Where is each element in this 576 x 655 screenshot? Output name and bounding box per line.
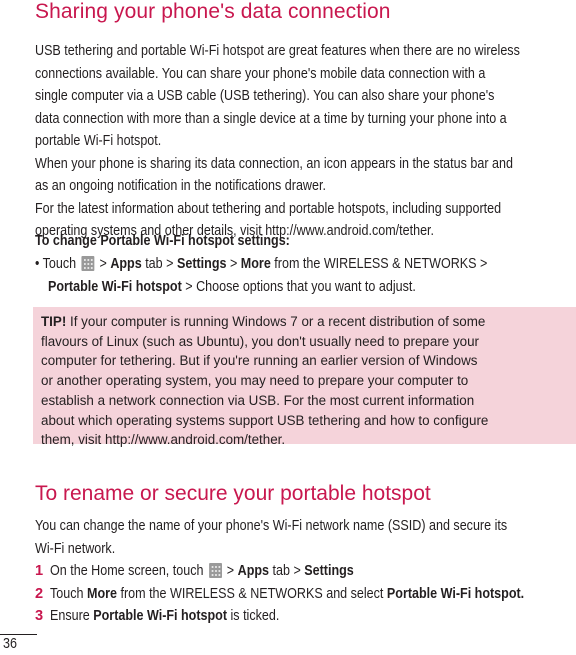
apps-label: Apps — [237, 563, 270, 579]
intro-paragraph: USB tethering and portable Wi-Fi hotspot… — [35, 40, 576, 243]
text-line: When your phone is sharing its data conn… — [35, 155, 513, 172]
apps-grid-icon — [208, 563, 222, 578]
text: from the WIRELESS & NETWORKS and select — [120, 585, 384, 602]
text: tab — [145, 256, 163, 272]
text-line: For the latest information about tetheri… — [35, 200, 502, 217]
text: Touch — [50, 585, 84, 602]
section-heading-rename: To rename or secure your portable hotspo… — [35, 482, 431, 505]
text-line: single computer via a USB cable (USB tet… — [35, 88, 495, 104]
tip-text: TIP! If your computer is running Windows… — [41, 312, 488, 450]
tip-line: or another operating system, you may nee… — [41, 373, 469, 389]
subheading-text: To change Portable Wi-Fi hotspot setting… — [35, 233, 290, 249]
step-number: 2 — [35, 585, 44, 602]
text-line: USB tethering and portable Wi-Fi hotspot… — [35, 43, 520, 59]
page-number: 36 — [3, 636, 19, 652]
tip-line: If your computer is running Windows 7 or… — [66, 314, 486, 329]
footer-divider — [0, 634, 37, 635]
text-line: You can change the name of your phone's … — [35, 518, 508, 534]
page-number-text: 36 — [3, 636, 17, 652]
text: > Choose options that you want to adjust… — [185, 278, 416, 295]
tip-line: establish a network connection via USB. … — [41, 392, 475, 408]
tip-line: computer for tethering. But if you're ru… — [41, 353, 478, 369]
subheading-change-settings: To change Portable Wi-Fi hotspot setting… — [35, 233, 331, 249]
portable-hotspot-label: Portable Wi-Fi hotspot. — [386, 585, 525, 602]
manual-page: Sharing your phone's data connection USB… — [0, 0, 576, 655]
text: tab > — [272, 563, 301, 579]
separator: > — [226, 563, 235, 579]
settings-label: Settings — [176, 256, 227, 272]
step-number: 3 — [35, 608, 44, 624]
apps-grid-icon — [81, 256, 95, 271]
separator: > — [166, 256, 174, 272]
text: Ensure — [50, 608, 90, 624]
text: Touch — [42, 256, 77, 272]
section-heading-sharing: Sharing your phone's data connection — [35, 0, 391, 23]
text-line: portable Wi-Fi hotspot. — [35, 133, 162, 149]
text-line: data connection with more than a single … — [35, 110, 507, 127]
tip-label: TIP! — [41, 314, 67, 329]
tip-box: TIP! If your computer is running Windows… — [33, 307, 576, 447]
text-line: as an ongoing notification in the notifi… — [35, 178, 326, 194]
bullet-marker: • — [35, 256, 40, 272]
text-line: Wi-Fi network. — [35, 540, 116, 557]
more-label: More — [86, 585, 117, 602]
more-label: More — [240, 256, 271, 272]
apps-label: Apps — [110, 256, 142, 272]
tip-line: flavours of Linux (such as Ubuntu), you … — [41, 333, 480, 349]
text: from the WIRELESS & NETWORKS > — [274, 256, 488, 272]
bullet-item: • Touch > Apps tab > Settings > More fro… — [35, 253, 561, 298]
step-number: 1 — [35, 563, 44, 579]
text-line: connections available. You can share you… — [35, 65, 486, 82]
settings-label: Settings — [304, 563, 354, 579]
text: is ticked. — [230, 608, 280, 624]
rename-intro-paragraph: You can change the name of your phone's … — [35, 515, 576, 560]
tip-line: about which operating systems support US… — [41, 412, 489, 428]
tip-line: them, visit http://www.android.com/tethe… — [41, 432, 286, 448]
separator: > — [229, 256, 238, 272]
separator: > — [99, 256, 107, 272]
portable-hotspot-label: Portable Wi-Fi hotspot — [48, 278, 182, 295]
portable-hotspot-label: Portable Wi-Fi hotspot — [93, 608, 228, 624]
text: On the Home screen, touch — [50, 563, 204, 579]
